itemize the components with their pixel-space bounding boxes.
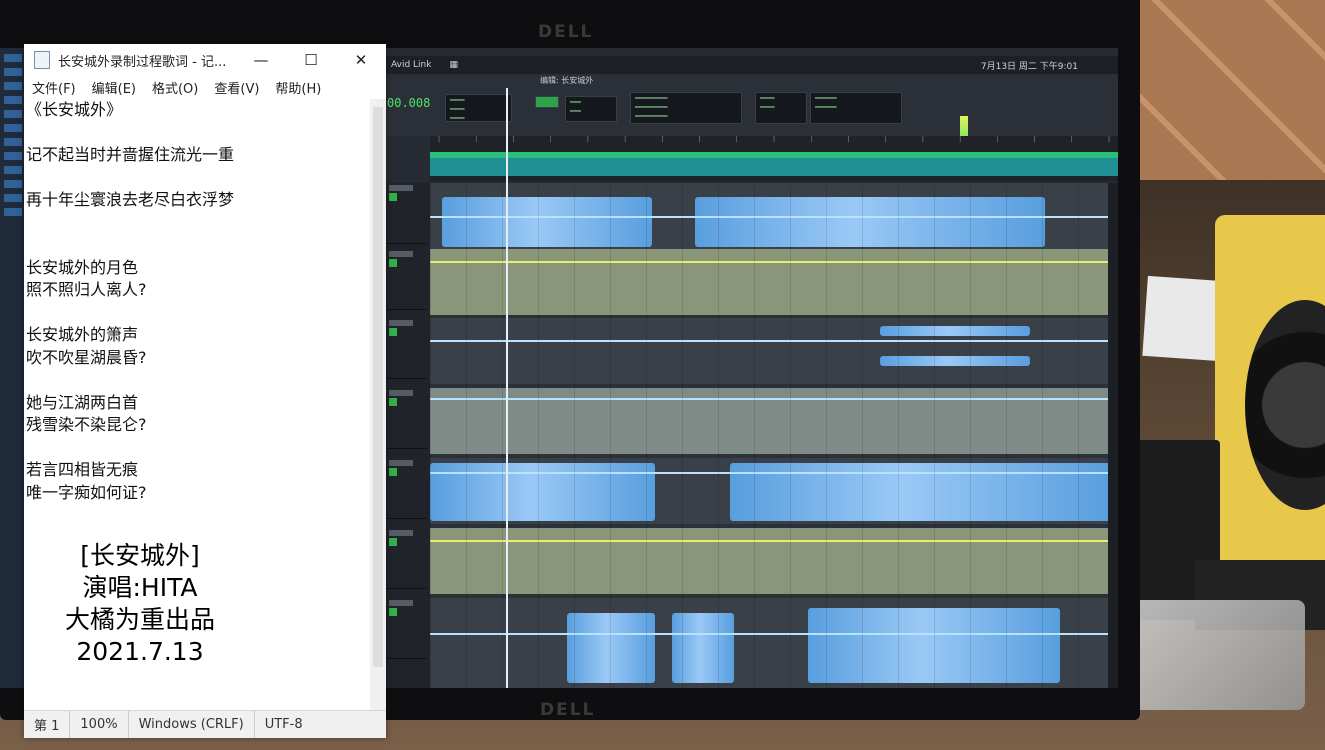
- status-encoding: UTF-8: [264, 717, 303, 732]
- credit-date: 2021.7.13: [76, 637, 204, 666]
- track-header[interactable]: [387, 598, 427, 659]
- credit-song: [长安城外]: [80, 541, 200, 570]
- length-display[interactable]: ━━━━ ━━━━: [755, 92, 807, 124]
- lyric-line: 再十年尘寰浪去老尽白衣浮梦: [26, 190, 235, 209]
- system-clock: 7月13日 周二 下午9:01: [980, 61, 1078, 72]
- lyric-line: 记不起当时并啬握住流光一重: [26, 145, 235, 164]
- lyric-line: 残雪染不染昆仑?: [26, 415, 147, 434]
- track-header[interactable]: [387, 183, 427, 244]
- notepad-titlebar[interactable]: 长安城外录制过程歌词 - 记... — ☐ ✕: [24, 44, 386, 76]
- lyric-line: 《长安城外》: [26, 100, 123, 119]
- document-icon: [34, 51, 50, 69]
- lyric-line: 唯一字痴如何证?: [26, 482, 147, 502]
- playhead-cursor[interactable]: [506, 88, 508, 688]
- credit-producer: 大橘为重出品: [64, 605, 215, 634]
- status-position: 第 1: [24, 711, 71, 738]
- minimize-button[interactable]: —: [236, 51, 286, 69]
- track-header[interactable]: [387, 318, 427, 379]
- window-title: 长安城外录制过程歌词 - 记...: [58, 54, 227, 70]
- main-counter[interactable]: 00.008: [387, 96, 430, 110]
- cable-box: [1115, 600, 1305, 710]
- lyric-line: [26, 234, 370, 257]
- menu-file[interactable]: 文件(F): [32, 78, 76, 97]
- menu-icon[interactable]: ▦: [449, 60, 458, 70]
- menu-help[interactable]: 帮助(H): [275, 78, 321, 97]
- monitor-brand-top: DELL: [538, 22, 594, 42]
- maximize-button[interactable]: ☐: [286, 51, 336, 69]
- lyric-line: [26, 302, 370, 325]
- status-line-ending: Windows (CRLF): [129, 711, 255, 738]
- vertical-scrollbar[interactable]: [1108, 183, 1118, 688]
- track-header[interactable]: [387, 388, 427, 449]
- lyric-line: 吹不吹星湖晨昏?: [26, 347, 147, 367]
- tempo-ruler: [430, 158, 1118, 176]
- grid-display[interactable]: ━━━ ━━━: [565, 96, 617, 122]
- monitor-brand-bottom: DELL: [540, 700, 596, 720]
- status-bar: 第 1 100% Windows (CRLF) UTF-8: [24, 710, 386, 738]
- status-zoom: 100%: [70, 711, 129, 738]
- editor-scrollbar[interactable]: [370, 99, 386, 711]
- scrollbar-thumb[interactable]: [373, 107, 383, 667]
- track-header[interactable]: [387, 528, 427, 589]
- video-credit-overlay: [长安城外] 演唱:HITA 大橘为重出品 2021.7.13: [30, 540, 250, 668]
- tempo-display[interactable]: ━━━━━━ ━━━━━━: [810, 92, 902, 124]
- green-indicator[interactable]: [535, 96, 559, 108]
- close-button[interactable]: ✕: [336, 51, 386, 69]
- daw-menubar: Avid Link ▦ 7月13日 周二 下午9:01: [385, 56, 1118, 74]
- start-end-display[interactable]: ━━━━━━━━━ ━━━━━━━━━ ━━━━━━━━━: [630, 92, 742, 124]
- lyric-line: [26, 122, 370, 145]
- lyric-line: [26, 212, 370, 235]
- edit-window-title: 编辑: 长安城外: [540, 76, 594, 85]
- credit-singer: 演唱:HITA: [82, 573, 198, 602]
- daw-transport-bar: 编辑: 长安城外 00.008 ━━━━ ━━━━ ━━━━ ━━━ ━━━ ━━━━…: [385, 74, 1118, 158]
- lyric-line: [26, 437, 370, 460]
- lyric-line: 照不照归人离人?: [26, 280, 147, 299]
- lyric-line: 她与江湖两白首: [26, 392, 139, 412]
- lyric-line: 长安城外的月色: [26, 257, 139, 277]
- lyric-line: 长安城外的箫声: [26, 325, 139, 344]
- track-header[interactable]: [387, 249, 427, 310]
- menu-edit[interactable]: 编辑(E): [92, 78, 136, 97]
- grid-overlay: [430, 183, 1118, 688]
- menu-view[interactable]: 查看(V): [214, 78, 259, 97]
- selection-display[interactable]: ━━━━ ━━━━ ━━━━: [445, 94, 512, 122]
- lyric-line: [26, 167, 370, 190]
- window-controls: — ☐ ✕: [236, 51, 386, 69]
- lyric-line: [26, 369, 370, 392]
- track-headers: [385, 183, 430, 688]
- menu-format[interactable]: 格式(O): [152, 78, 198, 97]
- timeline-ruler-area[interactable]: | | | | | | | | | | | | | | | | | | |: [430, 136, 1118, 181]
- notepad-menubar: 文件(F) 编辑(E) 格式(O) 查看(V) 帮助(H): [24, 76, 386, 98]
- lyric-line: 若言四相皆无痕: [26, 460, 139, 479]
- track-header[interactable]: [387, 458, 427, 519]
- bar-ruler: | | | | | | | | | | | | | | | | | | |: [438, 136, 1110, 143]
- left-panel-strip: [0, 48, 26, 688]
- avid-link-menu[interactable]: Avid Link: [391, 60, 431, 70]
